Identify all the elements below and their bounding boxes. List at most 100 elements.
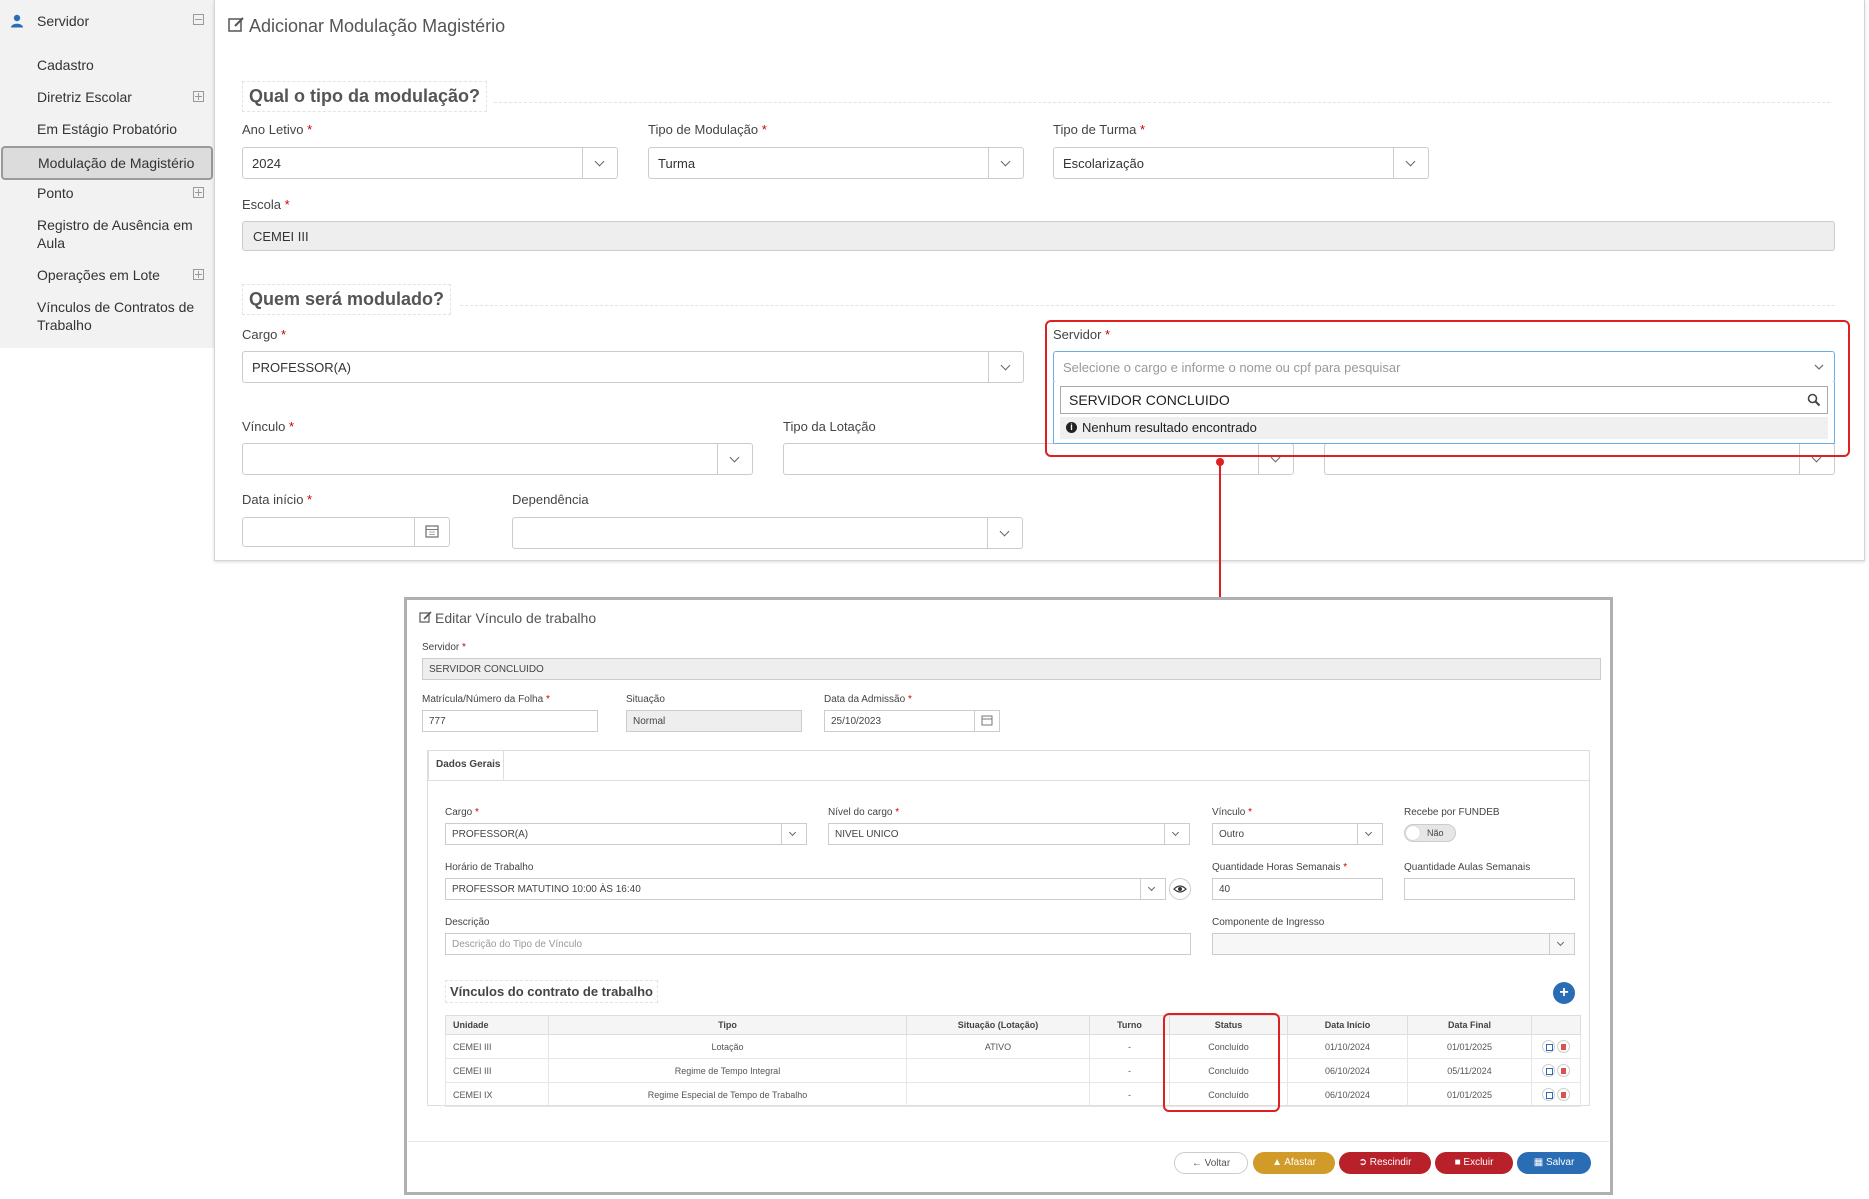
section-quem-modulado: Quem será modulado?: [242, 284, 452, 315]
chevron-down-icon[interactable]: [582, 148, 617, 178]
cell-unidade: CEMEI III: [445, 1034, 549, 1059]
dependencia-select[interactable]: [512, 517, 1023, 549]
page-title-text: Adicionar Modulação Magistério: [249, 16, 506, 36]
trash-icon[interactable]: [1557, 1088, 1570, 1101]
modal-cargo-label: Cargo *: [445, 807, 479, 818]
situacao-field: Normal: [626, 710, 802, 732]
cell-tipo: Regime Especial de Tempo de Trabalho: [548, 1082, 907, 1107]
cell-turno: -: [1089, 1034, 1170, 1059]
qtd-aulas-label: Quantidade Aulas Semanais: [1404, 862, 1531, 873]
sidebar-item-label: Ponto: [37, 185, 74, 201]
divider: [494, 102, 1830, 103]
modal-servidor-label: Servidor *: [422, 642, 466, 653]
rescindir-button[interactable]: ➲ Rescindir: [1339, 1152, 1431, 1174]
sidebar-item-ponto[interactable]: Ponto: [0, 184, 214, 206]
voltar-button[interactable]: ← Voltar: [1174, 1152, 1248, 1174]
section-tipo-modulacao: Qual o tipo da modulação?: [242, 81, 488, 112]
situacao-label: Situação: [626, 694, 665, 705]
edit-icon[interactable]: [1542, 1088, 1555, 1101]
section-vinculos-contrato: Vínculos do contrato de trabalho: [445, 980, 658, 1003]
chevron-down-icon[interactable]: [1357, 824, 1382, 844]
calendar-icon[interactable]: [414, 518, 449, 546]
data-inicio-input[interactable]: [242, 517, 450, 547]
qtd-horas-input[interactable]: 40: [1212, 878, 1383, 900]
cell-actions: [1531, 1058, 1581, 1083]
chevron-down-icon[interactable]: [1393, 148, 1428, 178]
qtd-aulas-input[interactable]: [1404, 878, 1575, 900]
data-admissao-label: Data da Admissão *: [824, 694, 912, 705]
matricula-label: Matrícula/Número da Folha *: [422, 694, 550, 705]
table-row: CEMEI III Lotação ATIVO - Concluído 01/1…: [445, 1034, 1581, 1059]
cargo-select[interactable]: PROFESSOR(A): [242, 351, 1024, 383]
col-data-inicio: Data Início: [1287, 1015, 1408, 1035]
chevron-down-icon[interactable]: [717, 444, 752, 474]
horario-select[interactable]: PROFESSOR MATUTINO 10:00 ÀS 16:40: [445, 878, 1166, 900]
sidebar-item-modulacao-magisterio[interactable]: Modulação de Magistério: [1, 146, 213, 180]
edit-icon[interactable]: [1542, 1064, 1555, 1077]
chevron-down-icon[interactable]: [987, 518, 1022, 548]
sidebar-header-label: Servidor: [37, 13, 90, 29]
sidebar-item-label: Vínculos de Contratos de Trabalho: [37, 299, 195, 333]
chevron-down-icon[interactable]: [988, 148, 1023, 178]
sidebar-item-cadastro[interactable]: Cadastro: [0, 56, 214, 78]
expand-icon[interactable]: [193, 187, 204, 198]
tipo-modulacao-select[interactable]: Turma: [648, 147, 1024, 179]
ano-letivo-select[interactable]: 2024: [242, 147, 618, 179]
sidebar-item-label: Cadastro: [37, 57, 94, 73]
sidebar-item-estagio-probatorio[interactable]: Em Estágio Probatório: [0, 120, 214, 142]
add-vinculo-button[interactable]: +: [1553, 982, 1575, 1004]
expand-icon[interactable]: [193, 91, 204, 102]
sidebar-item-vinculos-contratos[interactable]: Vínculos de Contratos de Trabalho: [0, 298, 214, 338]
chevron-down-icon[interactable]: [1549, 934, 1574, 954]
chevron-down-icon[interactable]: [988, 352, 1023, 382]
vinculos-table: Unidade Tipo Situação (Lotação) Turno St…: [445, 1015, 1581, 1107]
divider: [460, 305, 1835, 306]
sidebar-item-registro-ausencia[interactable]: Registro de Ausência em Aula: [0, 216, 214, 256]
tab-dados-gerais[interactable]: Dados Gerais: [428, 750, 504, 780]
chevron-down-icon[interactable]: [1164, 824, 1189, 844]
excluir-button[interactable]: ■ Excluir: [1435, 1152, 1513, 1174]
salvar-button[interactable]: ▦ Salvar: [1517, 1152, 1591, 1174]
col-unidade: Unidade: [445, 1015, 549, 1035]
descricao-label: Descrição: [445, 917, 490, 928]
modal-cargo-select[interactable]: PROFESSOR(A): [445, 823, 807, 845]
chevron-down-icon[interactable]: [781, 824, 806, 844]
cell-data-inicio: 06/10/2024: [1287, 1058, 1408, 1083]
collapse-icon[interactable]: [193, 14, 204, 25]
sidebar-item-diretriz-escolar[interactable]: Diretriz Escolar: [0, 88, 214, 110]
cell-actions: [1531, 1082, 1581, 1107]
sidebar-item-operacoes-lote[interactable]: Operações em Lote: [0, 266, 214, 288]
recebe-fundeb-toggle[interactable]: Não: [1404, 824, 1456, 842]
data-inicio-label: Data início *: [242, 492, 313, 507]
cell-data-final: 01/01/2025: [1407, 1034, 1532, 1059]
tipo-turma-select[interactable]: Escolarização: [1053, 147, 1429, 179]
data-admissao-input[interactable]: 25/10/2023: [824, 710, 1000, 732]
vinculo-select[interactable]: [242, 443, 753, 475]
cell-data-final: 05/11/2024: [1407, 1058, 1532, 1083]
chevron-down-icon[interactable]: [1140, 879, 1165, 899]
tipo-modulacao-label: Tipo de Modulação *: [648, 122, 767, 137]
trash-icon[interactable]: [1557, 1040, 1570, 1053]
highlight-box-status: [1163, 1013, 1280, 1112]
nivel-cargo-select[interactable]: NIVEL UNICO: [828, 823, 1190, 845]
cell-tipo: Regime de Tempo Integral: [548, 1058, 907, 1083]
modal-servidor-field: SERVIDOR CONCLUIDO: [422, 658, 1601, 680]
edit-icon: [228, 16, 245, 38]
componente-select[interactable]: [1212, 933, 1575, 955]
descricao-input[interactable]: Descrição do Tipo de Vínculo: [445, 933, 1191, 955]
afastar-button[interactable]: ▲ Afastar: [1253, 1152, 1335, 1174]
horario-label: Horário de Trabalho: [445, 862, 534, 873]
componente-label: Componente de Ingresso: [1212, 917, 1325, 928]
trash-icon[interactable]: [1557, 1064, 1570, 1077]
eye-icon[interactable]: [1169, 878, 1191, 900]
calendar-icon[interactable]: [974, 711, 999, 731]
edit-icon[interactable]: [1542, 1040, 1555, 1053]
tipo-lotacao-label: Tipo da Lotação: [783, 419, 876, 434]
sidebar-header-servidor[interactable]: Servidor: [0, 0, 214, 42]
modal-vinculo-select[interactable]: Outro: [1212, 823, 1383, 845]
expand-icon[interactable]: [193, 269, 204, 280]
modal-vinculo-label: Vínculo *: [1212, 807, 1253, 818]
sidebar: Servidor Cadastro Diretriz Escolar Em Es…: [0, 0, 215, 348]
matricula-input[interactable]: 777: [422, 710, 598, 732]
col-data-final: Data Final: [1407, 1015, 1532, 1035]
